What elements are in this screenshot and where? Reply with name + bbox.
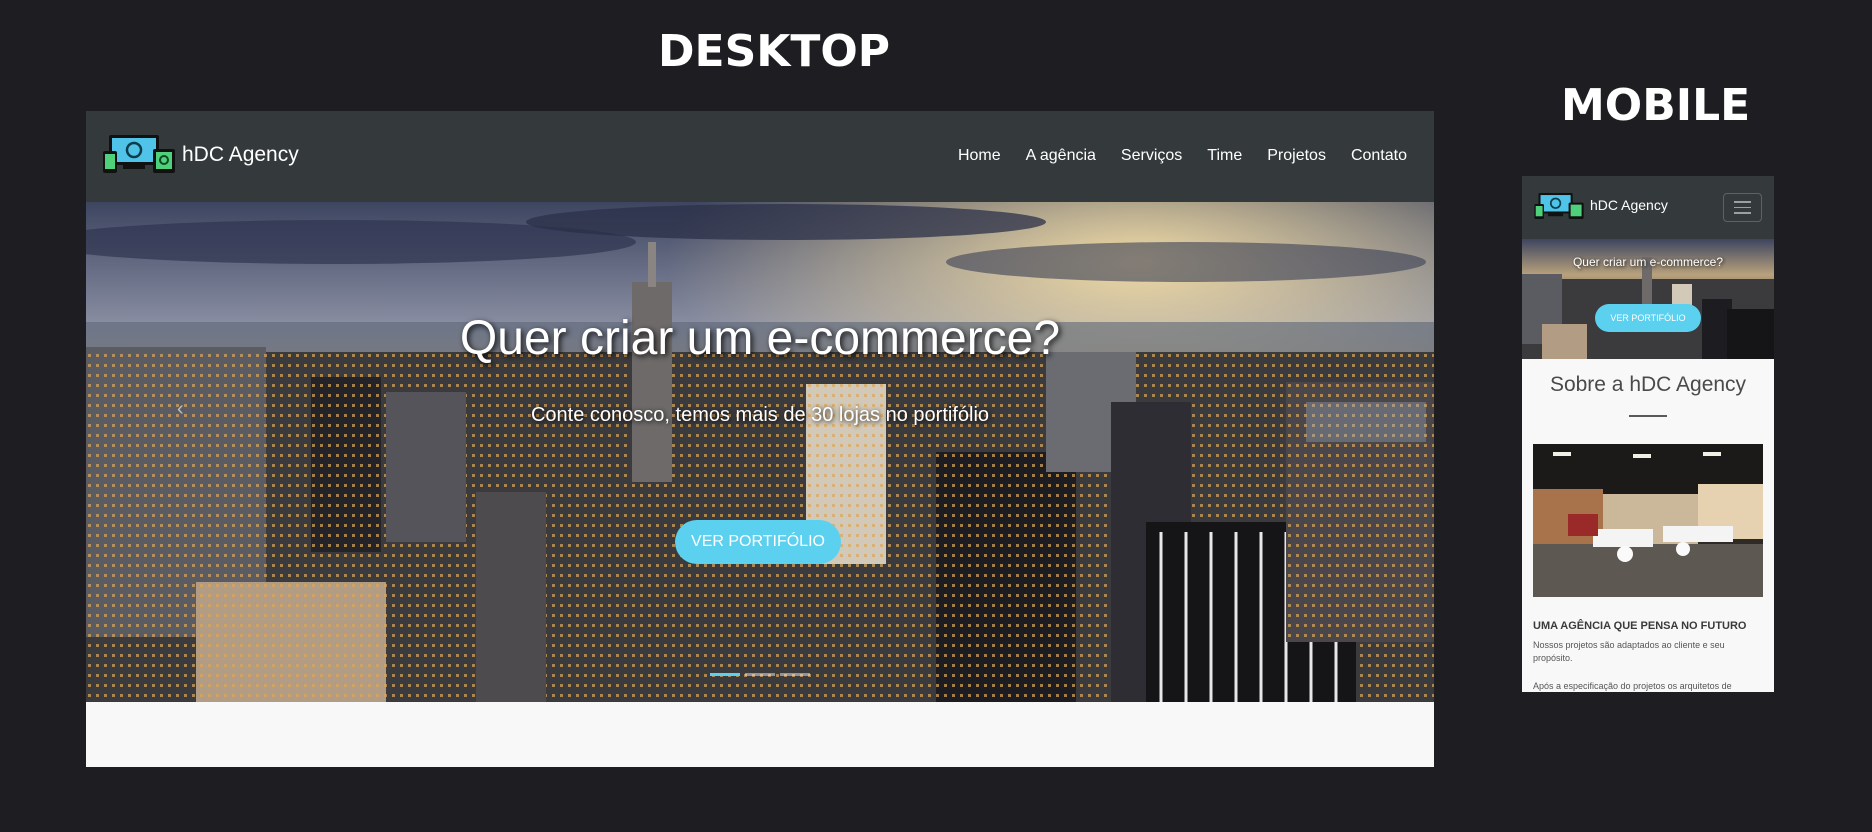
- carousel-indicator-2[interactable]: [745, 673, 775, 676]
- carousel-indicator-1[interactable]: [710, 673, 740, 676]
- mobile-view-portfolio-button[interactable]: VER PORTIFÓLIO: [1595, 304, 1701, 332]
- office-photo: [1533, 444, 1763, 597]
- view-portfolio-button[interactable]: VER PORTIFÓLIO: [675, 520, 841, 564]
- mobile-hero-carousel: Quer criar um e-commerce? VER PORTIFÓLIO: [1522, 239, 1774, 359]
- nav-link-time[interactable]: Time: [1207, 147, 1242, 165]
- mobile-preview: hDC Agency Quer criar um e-commerce? VER…: [1522, 176, 1774, 692]
- city-skyline-image: [86, 202, 1434, 702]
- mobile-brand-name[interactable]: hDC Agency: [1590, 197, 1668, 213]
- nav-link-home[interactable]: Home: [958, 147, 1001, 165]
- nav-link-projetos[interactable]: Projetos: [1267, 147, 1326, 165]
- carousel-indicator-3[interactable]: [780, 673, 810, 676]
- hero-title: Quer criar um e-commerce?: [459, 312, 1061, 365]
- hamburger-menu-icon[interactable]: [1723, 193, 1762, 222]
- hero-carousel: ‹ Quer criar um e-commerce? Conte conosc…: [86, 202, 1434, 702]
- mobile-hero-title: Quer criar um e-commerce?: [1572, 255, 1724, 269]
- title-divider: [1629, 415, 1667, 417]
- desktop-label: DESKTOP: [658, 26, 891, 77]
- about-paragraph-1: Nossos projetos são adaptados ao cliente…: [1533, 640, 1725, 663]
- desktop-navbar: hDC Agency Home A agência Serviços Time …: [86, 111, 1434, 202]
- about-title: Sobre a hDC Agency: [1549, 373, 1747, 396]
- desktop-nav-menu: Home A agência Serviços Time Projetos Co…: [958, 147, 1407, 165]
- hero-subtitle: Conte conosco, temos mais de 30 lojas no…: [530, 404, 990, 426]
- nav-link-servicos[interactable]: Serviços: [1121, 147, 1182, 165]
- carousel-indicators: [710, 673, 810, 676]
- about-heading: UMA AGÊNCIA QUE PENSA NO FUTURO: [1533, 620, 1747, 632]
- mobile-label: MOBILE: [1561, 80, 1751, 131]
- nav-link-contato[interactable]: Contato: [1351, 147, 1407, 165]
- devices-logo-icon[interactable]: [101, 133, 177, 175]
- devices-logo-icon[interactable]: [1533, 191, 1585, 221]
- nav-link-agencia[interactable]: A agência: [1026, 147, 1096, 165]
- mobile-navbar: hDC Agency: [1522, 176, 1774, 239]
- brand-name[interactable]: hDC Agency: [182, 143, 299, 167]
- desktop-preview: hDC Agency Home A agência Serviços Time …: [86, 111, 1434, 767]
- about-paragraph-2: Após a especificação do projetos os arqu…: [1533, 681, 1732, 691]
